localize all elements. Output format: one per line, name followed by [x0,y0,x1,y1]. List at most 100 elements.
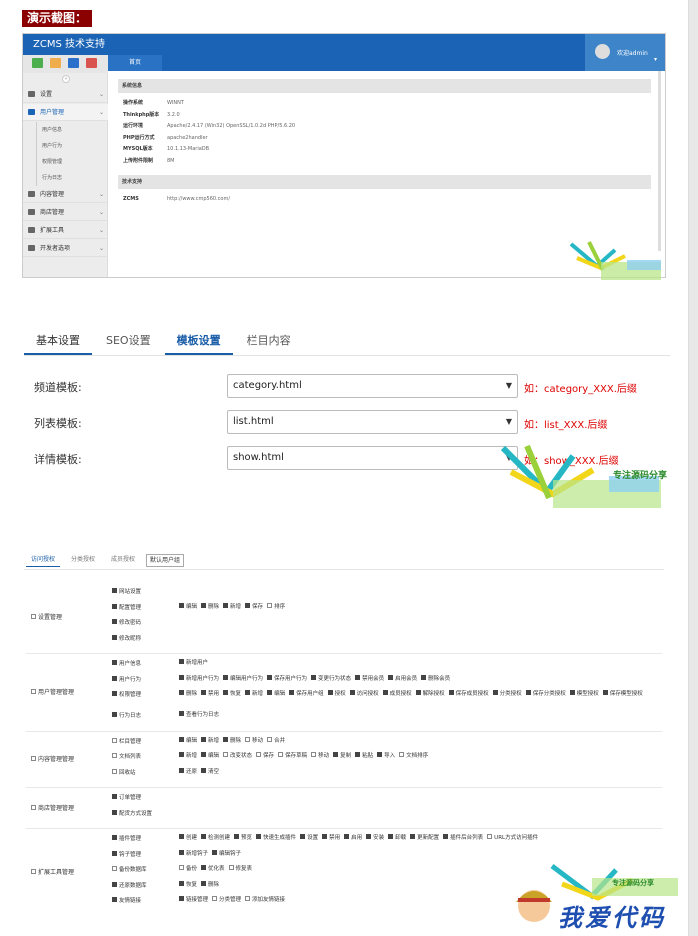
perm-action[interactable]: 改变状态 [223,752,254,760]
checkbox[interactable] [410,834,416,839]
perm-action[interactable]: 删除 [179,690,199,698]
template-select[interactable]: show.html ▼ [227,446,518,470]
perm-action[interactable]: 启用会员 [388,674,419,683]
checkbox[interactable] [201,602,207,608]
checkbox[interactable] [112,619,117,624]
checkbox[interactable] [179,865,184,870]
sidebar-item-3[interactable]: 商店管理 ⌄ [23,204,108,221]
sidebar-subitem[interactable]: 用户行为 [23,138,108,154]
checkbox[interactable] [31,614,36,619]
checkbox[interactable] [388,674,394,680]
perm-tab-0[interactable]: 访问授权 [26,553,61,567]
checkbox[interactable] [223,736,229,742]
checkbox[interactable] [201,736,207,742]
checkbox[interactable] [31,804,36,810]
perm-action[interactable]: 预览 [234,834,254,842]
perm-action[interactable]: 保存 [256,752,276,760]
checkbox[interactable] [344,834,350,839]
checkbox[interactable] [399,752,405,757]
group-select[interactable]: 默认用户组 [146,553,185,567]
perm-item[interactable]: 用户行为 [112,675,141,683]
checkbox[interactable] [112,881,117,887]
perm-action[interactable]: 添加友情链接 [245,896,287,904]
perm-action[interactable]: 检测创建 [201,834,232,842]
perm-action[interactable]: 移动 [311,752,331,760]
checkbox[interactable] [201,690,207,695]
perm-item[interactable]: 网站设置 [112,587,141,595]
perm-action[interactable]: 访问授权 [349,690,381,698]
checkbox[interactable] [31,755,36,761]
perm-action[interactable]: 分类授权 [492,690,524,698]
perm-group[interactable]: 内容管理管理 [31,754,74,763]
perm-action[interactable]: 卸载 [388,834,408,842]
checkbox[interactable] [289,690,295,695]
checkbox[interactable] [492,690,498,695]
checkbox[interactable] [223,674,229,680]
tab-home[interactable]: 首页 [108,55,162,71]
checkbox[interactable] [112,691,117,696]
checkbox[interactable] [179,690,184,695]
perm-action[interactable]: 保存用户行为 [267,674,309,683]
perm-action[interactable]: 保存 [245,602,265,611]
perm-action[interactable]: 新增 [223,602,243,611]
checkbox[interactable] [278,752,284,757]
checkbox[interactable] [382,690,388,695]
checkbox[interactable] [487,834,493,839]
perm-item[interactable]: 插件管理 [112,834,141,842]
checkbox[interactable] [421,674,427,680]
perm-action[interactable]: 删除 [223,736,243,745]
perm-action[interactable]: 保存模型授权 [602,690,645,698]
perm-tab-2[interactable]: 成员授权 [106,553,140,567]
tab-3[interactable]: 栏目内容 [235,329,303,355]
checkbox[interactable] [267,602,273,608]
checkbox[interactable] [179,767,184,773]
checkbox[interactable] [223,690,229,695]
perm-group[interactable]: 商店管理管理 [31,803,74,812]
perm-action[interactable]: 链接管理 [179,896,210,904]
perm-item[interactable]: 配置管理 [112,603,141,611]
checkbox[interactable] [333,752,339,757]
perm-action[interactable]: 分类管理 [212,896,243,904]
checkbox[interactable] [245,690,251,695]
perm-action[interactable]: 禁用 [201,690,221,698]
checkbox[interactable] [245,602,251,608]
perm-action[interactable]: 创建 [179,834,199,842]
checkbox[interactable] [112,866,117,871]
checkbox[interactable] [388,834,394,839]
perm-action[interactable]: 保存用户组 [289,690,326,698]
perm-action[interactable]: 编辑 [179,736,199,745]
perm-action[interactable]: 查看行为日志 [179,711,221,719]
perm-action[interactable]: 编辑用户行为 [223,674,265,683]
perm-action[interactable]: 禁用会员 [355,674,386,683]
checkbox[interactable] [355,752,361,757]
perm-action[interactable]: 编辑 [179,602,199,611]
checkbox[interactable] [112,634,117,640]
perm-item[interactable]: 友情链接 [112,896,141,904]
checkbox[interactable] [112,897,117,902]
checkbox[interactable] [256,834,262,839]
sidebar-item-4[interactable]: 扩展工具 ⌄ [23,222,108,239]
tab-2[interactable]: 模板设置 [164,329,233,355]
sidebar-subitem[interactable]: 用户信息 [23,122,108,138]
perm-action[interactable]: 安装 [366,834,386,842]
checkbox[interactable] [201,767,207,773]
perm-group[interactable]: 用户管理管理 [31,687,74,696]
perm-group[interactable]: 扩展工具管理 [31,867,74,876]
collapse-icon[interactable]: « [62,75,70,83]
perm-action[interactable]: 快速生成插件 [256,834,298,842]
perm-action[interactable]: 保存成员授权 [448,690,491,698]
checkbox[interactable] [228,865,234,870]
sidebar-subitem[interactable]: 行为日志 [23,170,108,186]
checkbox[interactable] [112,660,117,665]
perm-item[interactable]: 钩子管理 [112,850,141,858]
perm-item[interactable]: 栏目管理 [112,737,141,745]
checkbox[interactable] [569,690,575,695]
perm-item[interactable]: 修改昵称 [112,634,141,642]
perm-item[interactable]: 配货方式设置 [112,809,152,817]
checkbox[interactable] [267,690,273,695]
perm-item[interactable]: 订单管理 [112,793,141,801]
perm-action[interactable]: 复制 [333,752,353,760]
perm-action[interactable]: 编辑 [267,690,287,698]
checkbox[interactable] [112,588,117,593]
quick-home-button[interactable] [32,58,43,68]
